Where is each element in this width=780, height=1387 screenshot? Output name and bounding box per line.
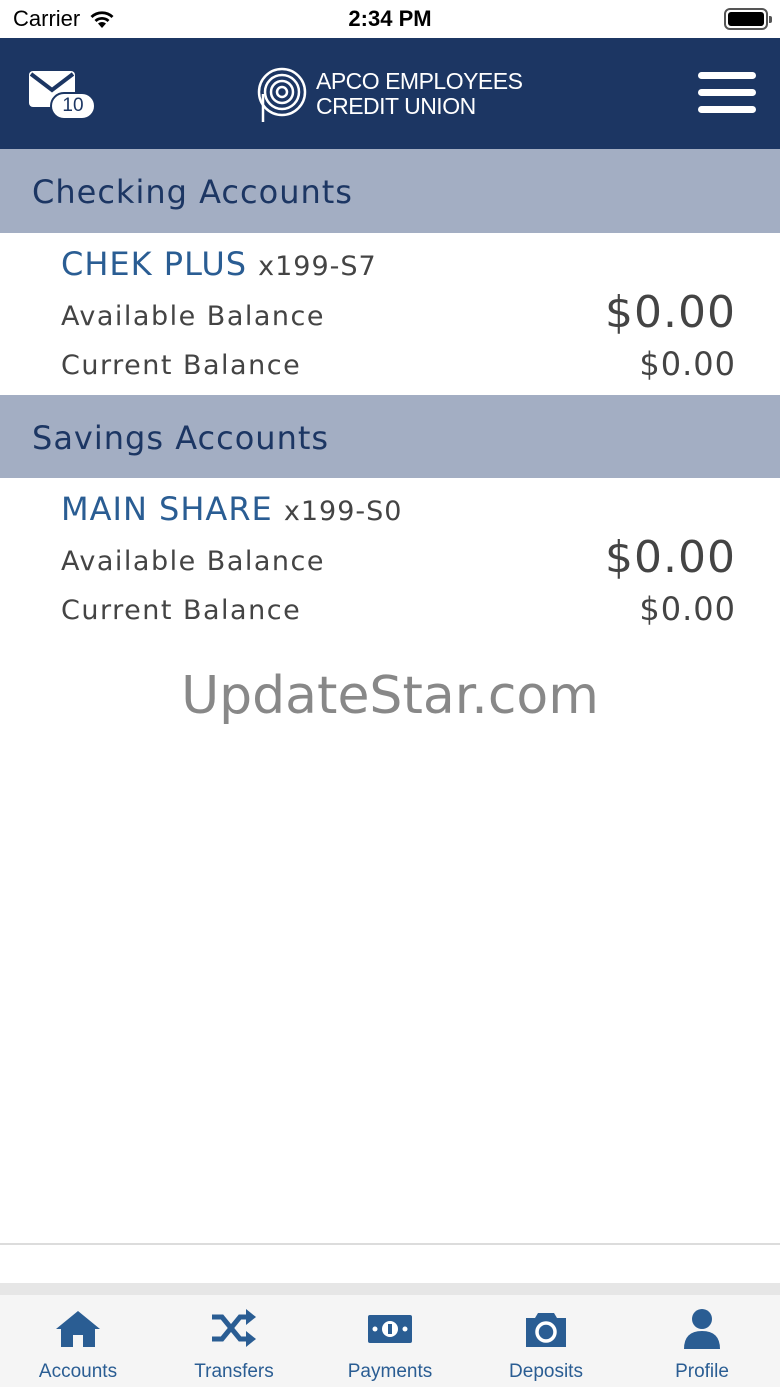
app-header: 10 APCO EMPLOYEES CREDIT UNION bbox=[0, 38, 780, 149]
tab-accounts[interactable]: Accounts bbox=[0, 1295, 156, 1387]
menu-bar bbox=[698, 89, 756, 96]
available-balance-value: $0.00 bbox=[605, 532, 736, 583]
home-icon bbox=[56, 1311, 100, 1347]
account-name-row: CHEK PLUS x199-S7 bbox=[61, 245, 377, 283]
menu-bar bbox=[698, 106, 756, 113]
logo-text: APCO EMPLOYEES CREDIT UNION bbox=[316, 68, 523, 119]
tab-label: Payments bbox=[347, 1361, 433, 1382]
current-balance-label: Current Balance bbox=[61, 595, 302, 626]
account-number: x199-S7 bbox=[258, 251, 377, 282]
tab-label: Transfers bbox=[194, 1361, 274, 1382]
logo-line-1: APCO EMPLOYEES bbox=[316, 68, 523, 94]
tab-transfers[interactable]: Transfers bbox=[156, 1295, 312, 1387]
shuffle-icon bbox=[212, 1309, 256, 1347]
message-count-badge: 10 bbox=[50, 92, 96, 120]
current-balance-value: $0.00 bbox=[639, 345, 736, 383]
tab-label: Profile bbox=[675, 1361, 729, 1382]
account-name: MAIN SHARE bbox=[61, 490, 273, 528]
savings-section-header: Savings Accounts bbox=[0, 395, 780, 479]
account-name: CHEK PLUS bbox=[61, 245, 248, 283]
section-title: Savings Accounts bbox=[32, 419, 330, 457]
battery-icon bbox=[724, 8, 772, 30]
menu-bar bbox=[698, 72, 756, 79]
logo-rings-icon bbox=[257, 67, 307, 122]
credit-union-logo: APCO EMPLOYEES CREDIT UNION bbox=[256, 64, 523, 124]
available-balance-label: Available Balance bbox=[61, 301, 325, 332]
tab-label: Accounts bbox=[38, 1361, 118, 1382]
current-balance-value: $0.00 bbox=[639, 590, 736, 628]
money-icon bbox=[368, 1315, 412, 1343]
tab-payments[interactable]: Payments bbox=[312, 1295, 468, 1387]
watermark: UpdateStar.com bbox=[181, 666, 599, 726]
checking-account-row[interactable]: CHEK PLUS x199-S7 Available Balance $0.0… bbox=[0, 233, 780, 395]
current-balance-label: Current Balance bbox=[61, 350, 302, 381]
hamburger-menu-button[interactable] bbox=[698, 72, 756, 114]
savings-account-row[interactable]: MAIN SHARE x199-S0 Available Balance $0.… bbox=[0, 478, 780, 640]
checking-section-header: Checking Accounts bbox=[0, 149, 780, 233]
tab-label: Deposits bbox=[509, 1361, 583, 1382]
tab-bar-separator bbox=[0, 1283, 780, 1295]
person-icon bbox=[684, 1309, 720, 1349]
account-number: x199-S0 bbox=[283, 496, 403, 527]
section-title: Checking Accounts bbox=[32, 173, 353, 211]
status-time: 2:34 PM bbox=[348, 6, 432, 31]
bottom-tab-bar: Accounts Transfers Payments Deposits Pro… bbox=[0, 1295, 780, 1387]
account-name-row: MAIN SHARE x199-S0 bbox=[61, 490, 402, 528]
status-bar: Carrier 2:34 PM bbox=[0, 0, 780, 38]
available-balance-value: $0.00 bbox=[605, 287, 736, 338]
messages-button[interactable]: 10 bbox=[28, 70, 100, 126]
divider bbox=[0, 1243, 780, 1245]
tab-profile[interactable]: Profile bbox=[624, 1295, 780, 1387]
tab-deposits[interactable]: Deposits bbox=[468, 1295, 624, 1387]
camera-icon bbox=[526, 1313, 566, 1347]
available-balance-label: Available Balance bbox=[61, 546, 325, 577]
logo-line-2: CREDIT UNION bbox=[316, 93, 476, 119]
